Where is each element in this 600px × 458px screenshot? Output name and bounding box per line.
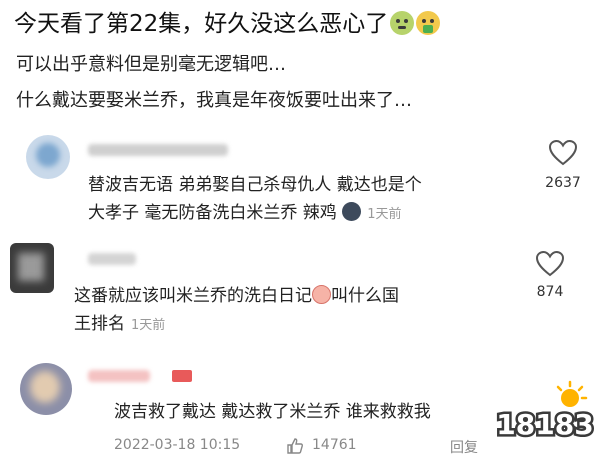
comment-text-line-2: 王排名 1天前 [74, 310, 399, 340]
like-heart-icon[interactable] [548, 139, 578, 167]
post-body-line-2: 什么戴达要娶米兰乔，我真是年夜饭要吐出来了… [16, 90, 412, 111]
comment-time: 1天前 [131, 318, 166, 333]
like-count: 14761 [312, 437, 357, 453]
comment-text-line-1-tail: 叫什么国 [331, 286, 399, 306]
peach-icon [312, 285, 331, 304]
avatar[interactable] [20, 363, 72, 415]
comment-text-line-2: 大孝子 毫无防备洗白米兰乔 辣鸡 1天前 [88, 199, 422, 229]
comment-text: 替波吉无语 弟弟娶自己杀母仇人 戴达也是个 大孝子 毫无防备洗白米兰乔 辣鸡 1… [88, 171, 422, 229]
comment-text-line-2-text: 大孝子 毫无防备洗白米兰乔 辣鸡 [88, 203, 337, 223]
avatar[interactable] [10, 243, 54, 293]
like-heart-icon[interactable] [535, 250, 565, 278]
comment-text-line-2-text: 王排名 [74, 314, 125, 334]
user-badge [172, 370, 192, 382]
avatar[interactable] [26, 135, 70, 179]
watermark-text: 18183 [496, 408, 593, 441]
new-moon-face-icon [342, 202, 362, 221]
post-title: 今天看了第22集，好久没这么恶心了 [14, 4, 441, 38]
watermark-logo: 18183 [494, 380, 596, 444]
comment-text-line-1-text: 这番就应该叫米兰乔的洗白日记 [74, 286, 312, 306]
comment-date: 2022-03-18 10:15 [114, 437, 241, 453]
sun-icon [556, 380, 588, 407]
comment-text: 这番就应该叫米兰乔的洗白日记 叫什么国 王排名 1天前 [74, 282, 399, 340]
username-redacted[interactable] [88, 370, 150, 382]
thumbs-up-icon[interactable] [286, 437, 304, 455]
comment-text-line: 这番就应该叫米兰乔的洗白日记 叫什么国 [74, 282, 399, 310]
like-count: 874 [536, 284, 564, 300]
username-redacted[interactable] [88, 144, 228, 156]
vomiting-face-icon [416, 11, 441, 35]
reply-button[interactable]: 回复 [450, 437, 478, 457]
comment-time: 1天前 [367, 207, 402, 222]
username-redacted[interactable] [88, 253, 136, 265]
post-title-text: 今天看了第22集，好久没这么恶心了 [14, 11, 389, 37]
comment-text-line: 替波吉无语 弟弟娶自己杀母仇人 戴达也是个 [88, 175, 422, 195]
post-body-line-1: 可以出乎意料但是别毫无逻辑吧… [16, 54, 286, 75]
nauseated-face-icon [390, 11, 415, 35]
comment-text: 波吉救了戴达 戴达救了米兰乔 谁来救救我 [114, 402, 431, 422]
like-count: 2637 [545, 175, 581, 191]
